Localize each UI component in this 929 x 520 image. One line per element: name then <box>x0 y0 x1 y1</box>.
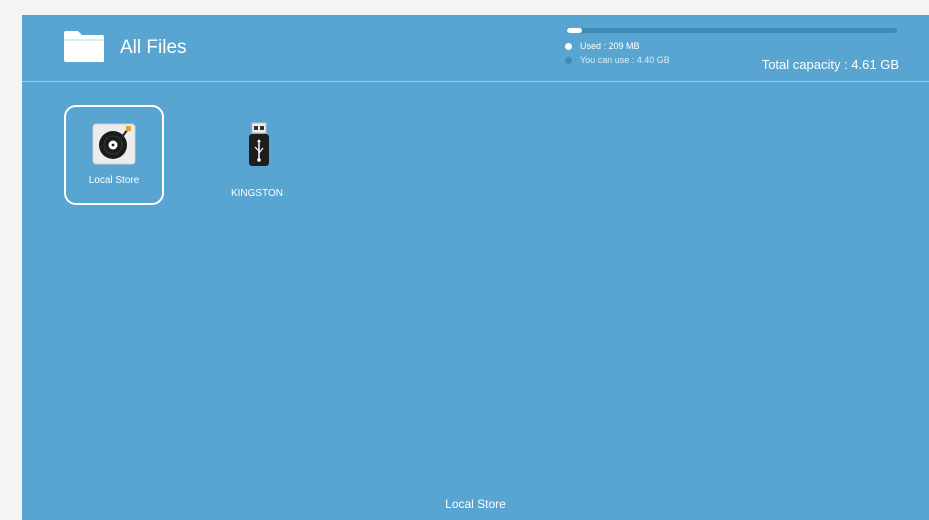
current-location-label: Local Store <box>445 497 506 511</box>
tile-kingston[interactable]: KINGSTON <box>207 105 307 205</box>
available-dot-icon <box>565 56 572 64</box>
storage-usage-bar <box>567 28 897 33</box>
header-bar: All Files Used : 209 MB You can use : 4.… <box>22 15 929 82</box>
page-title: All Files <box>120 37 187 58</box>
total-capacity: Total capacity : 4.61 GB <box>761 57 899 72</box>
storage-used-fill <box>567 28 582 33</box>
file-manager-screen: All Files Used : 209 MB You can use : 4.… <box>22 15 929 520</box>
used-legend: Used : 209 MB <box>565 41 640 51</box>
available-legend: You can use : 4.40 GB <box>565 55 670 65</box>
vinyl-record-icon <box>92 123 136 165</box>
available-label: You can use : 4.40 GB <box>580 55 670 65</box>
tile-label-local-store: Local Store <box>88 175 140 186</box>
used-label: Used : 209 MB <box>580 41 640 51</box>
tile-local-store[interactable]: Local Store <box>64 105 164 205</box>
folder-icon <box>64 31 104 62</box>
tile-label-kingston: KINGSTON <box>230 188 284 199</box>
used-dot-icon <box>565 42 572 50</box>
usb-drive-icon <box>249 122 269 166</box>
